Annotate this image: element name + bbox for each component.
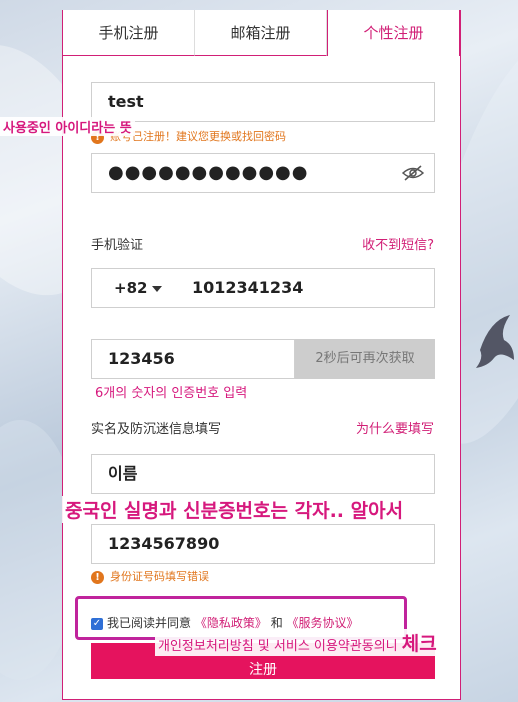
real-name-input[interactable]: 이름 — [91, 454, 435, 494]
phone-verify-label: 手机验证 — [91, 238, 144, 253]
annotation-code-note: 6개의 숫자의 인증번호 입력 — [92, 382, 251, 401]
country-code-select[interactable]: +82 — [114, 269, 147, 307]
agree-and: 和 — [270, 616, 283, 630]
tab-phone-register[interactable]: 手机注册 — [63, 10, 195, 56]
annotation-agree-text: 개인정보처리방침 및 서비스 이용약관동의니 — [158, 639, 398, 654]
privacy-policy-link[interactable]: 《隐私政策》 — [195, 616, 267, 630]
tab-email-register[interactable]: 邮箱注册 — [195, 10, 327, 56]
annotation-id-note: 사용중인 아이디라는 뜻 — [0, 117, 135, 136]
no-sms-link[interactable]: 收不到短信? — [362, 234, 434, 253]
register-tabs: 手机注册 邮箱注册 个性注册 — [63, 10, 460, 56]
dragon-claw-decoration — [476, 315, 514, 368]
agree-prefix: 我已阅读并同意 — [107, 616, 192, 630]
password-input[interactable]: ●●●●●●●●●●●● — [91, 153, 435, 193]
realname-label: 实名及防沉迷信息填写 — [91, 422, 222, 437]
resend-code-button[interactable]: 2秒后可再次获取 — [295, 339, 435, 379]
annotation-realname-note: 중국인 실명과 신분증번호는 각자.. 알아서 — [62, 496, 407, 523]
phone-number-value: 1012341234 — [192, 278, 304, 297]
register-panel: 手机注册 邮箱注册 个性注册 test ! 账号已注册！建议您更换或找回密码 ●●… — [62, 10, 461, 700]
id-number-input[interactable]: 1234567890 — [91, 524, 435, 564]
service-agreement-link[interactable]: 《服务协议》 — [287, 616, 359, 630]
id-number-error-text: 身份证号码填写错误 — [110, 570, 209, 583]
phone-input[interactable]: +82 1012341234 — [91, 268, 435, 308]
eye-slash-icon[interactable] — [402, 165, 424, 181]
account-value: test — [108, 92, 144, 111]
id-number-error: ! 身份证号码填写错误 — [91, 568, 209, 584]
tab-custom-register[interactable]: 个性注册 — [327, 10, 460, 56]
verify-code-input[interactable]: 123456 — [91, 339, 295, 379]
id-number-value: 1234567890 — [108, 534, 220, 553]
caret-down-icon[interactable] — [152, 286, 162, 292]
password-mask: ●●●●●●●●●●●● — [108, 162, 309, 183]
checkbox-checked-icon[interactable]: ✓ — [91, 617, 103, 630]
annotation-agree-emph: 체크 — [401, 633, 437, 655]
account-error-text: 账号已注册！建议您更换或找回密码 — [110, 130, 286, 143]
verify-code-value: 123456 — [108, 349, 175, 368]
annotation-agree-note: 개인정보처리방침 및 서비스 이용약관동의니 체크 — [155, 629, 440, 656]
real-name-value: 이름 — [108, 464, 138, 483]
warning-icon: ! — [91, 570, 104, 584]
why-fill-link[interactable]: 为什么要填写 — [356, 418, 434, 437]
account-input[interactable]: test — [91, 82, 435, 122]
